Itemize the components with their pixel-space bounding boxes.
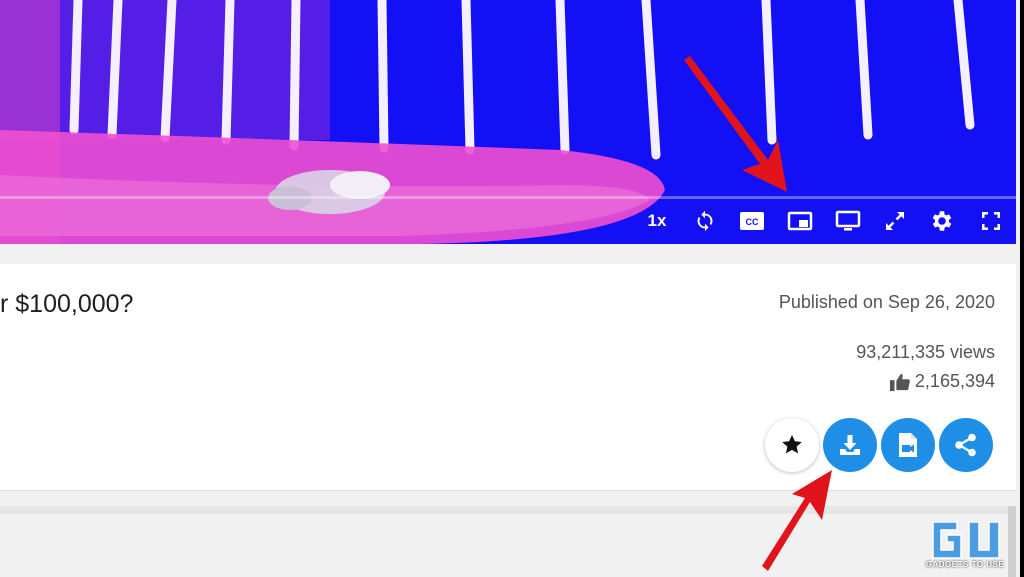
like-count: 2,165,394 — [914, 371, 995, 391]
playback-speed-button[interactable]: 1x — [644, 208, 670, 234]
loop-button[interactable] — [692, 208, 718, 234]
star-icon — [782, 435, 802, 454]
watermark-text: GADGETS TO USE — [925, 560, 1005, 569]
cast-button[interactable] — [834, 208, 862, 234]
share-icon — [955, 433, 976, 457]
download-icon — [840, 435, 860, 455]
progress-bar[interactable] — [0, 196, 1016, 199]
monitor-icon — [835, 210, 861, 231]
gadgets-to-use-logo — [932, 521, 1000, 559]
video-player[interactable]: 1x CC — [0, 0, 1016, 244]
video-info-card: r $100,000? Published on Sep 26, 2020 93… — [0, 264, 1016, 491]
fullscreen-icon — [982, 212, 1000, 230]
watermark-logo: GADGETS TO USE — [925, 518, 1005, 574]
video-file-button[interactable] — [881, 418, 935, 472]
publish-date: Published on Sep 26, 2020 — [778, 292, 995, 312]
fullscreen-button[interactable] — [978, 208, 1004, 234]
loop-icon — [697, 210, 713, 232]
captions-icon: CC — [740, 212, 764, 230]
video-title: r $100,000? — [0, 290, 134, 318]
playback-speed-label: 1x — [647, 211, 667, 230]
captions-button[interactable]: CC — [738, 208, 766, 234]
player-control-bar: 1x CC — [0, 196, 1016, 244]
picture-in-picture-icon — [787, 211, 813, 231]
share-button[interactable] — [939, 418, 993, 472]
video-file-icon — [899, 433, 917, 457]
download-button[interactable] — [823, 418, 877, 472]
like-count-row: 2,165,394 — [889, 371, 995, 392]
thumbs-up-icon — [889, 373, 910, 391]
scrollbar[interactable] — [1008, 506, 1016, 577]
lower-content-strip — [0, 506, 1016, 514]
app-frame: 1x CC r $100,000? Published on Sep 26, 2… — [0, 0, 1022, 577]
favorite-button[interactable] — [765, 418, 819, 472]
gear-icon — [932, 211, 952, 231]
picture-in-picture-button[interactable] — [786, 208, 814, 234]
expand-icon — [886, 212, 904, 230]
expand-button[interactable] — [882, 208, 908, 234]
svg-text:CC: CC — [746, 217, 759, 227]
settings-button[interactable] — [928, 208, 956, 234]
view-count: 93,211,335 views — [856, 342, 995, 362]
